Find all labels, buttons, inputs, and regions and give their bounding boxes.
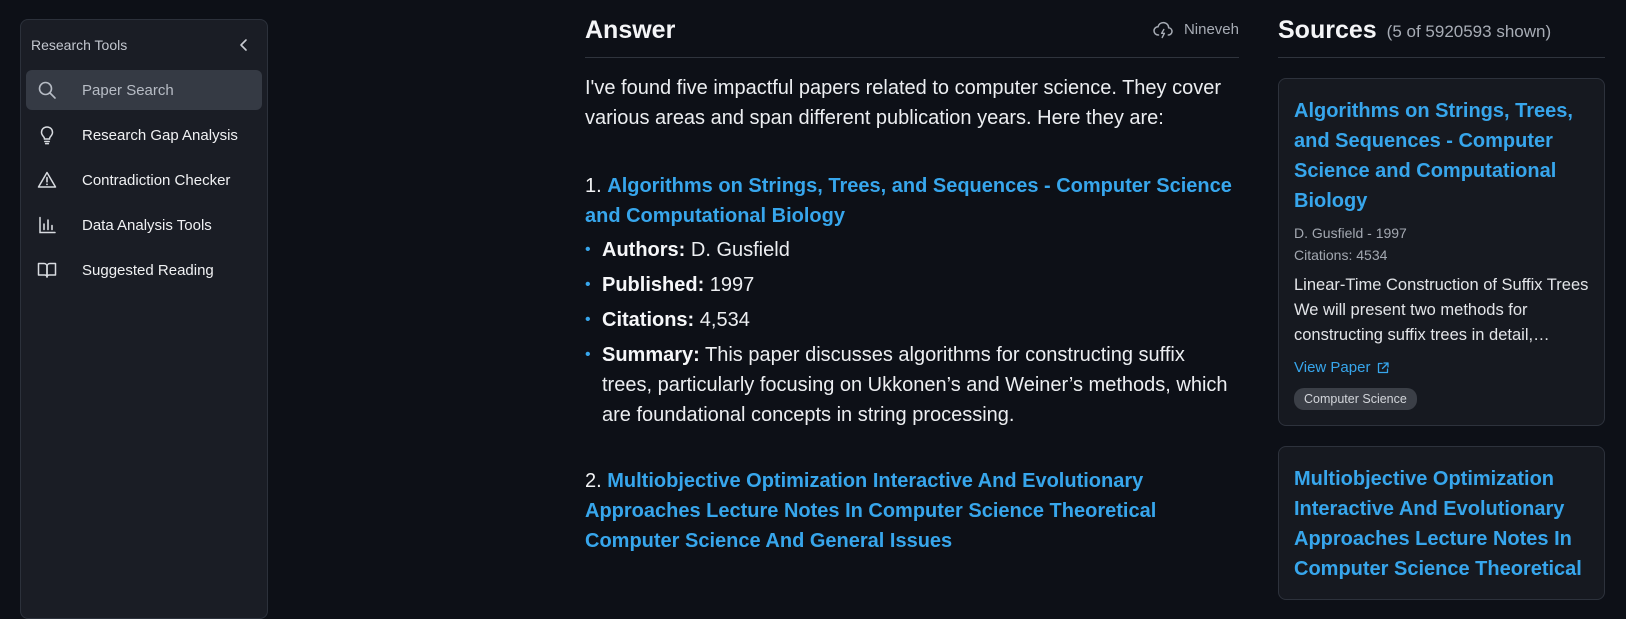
sidebar-item-label: Data Analysis Tools (82, 216, 212, 234)
published-value: 1997 (709, 274, 755, 296)
sources-header: Sources (5 of 5920593 shown) (1278, 0, 1605, 58)
paper-published: Published: 1997 (585, 270, 1239, 300)
sidebar-item-label: Suggested Reading (82, 261, 214, 279)
authors-value: D. Gusfield (690, 239, 790, 261)
answer-intro: I've found five impactful papers related… (585, 77, 1221, 129)
paper-details: Authors: D. Gusfield Published: 1997 Cit… (585, 235, 1239, 430)
paper-summary: Summary: This paper discusses algorithms… (585, 340, 1239, 430)
sidebar-header: Research Tools (21, 20, 267, 70)
collapse-sidebar-button[interactable] (233, 34, 255, 56)
chevron-left-icon (240, 39, 247, 51)
source-byline: D. Gusfield - 1997 (1294, 225, 1407, 241)
published-label: Published: (602, 274, 705, 296)
citations-label: Citations: (602, 309, 695, 331)
lightbulb-icon (36, 124, 58, 146)
sidebar-title: Research Tools (31, 37, 128, 53)
paper-title-line: 2. Multiobjective Optimization Interacti… (585, 466, 1239, 556)
paper-title-line: 1. Algorithms on Strings, Trees, and Seq… (585, 171, 1239, 231)
warning-triangle-icon (36, 169, 58, 191)
summary-label: Summary: (602, 344, 700, 366)
paper-item: 2. Multiobjective Optimization Interacti… (585, 466, 1239, 556)
cloud-lightning-icon (1153, 21, 1173, 38)
sidebar-item-contradiction-checker[interactable]: Contradiction Checker (26, 160, 262, 200)
paper-number: 2. (585, 470, 602, 492)
sidebar-item-label: Research Gap Analysis (82, 126, 238, 144)
model-name: Nineveh (1183, 21, 1239, 38)
paper-title-link[interactable]: Multiobjective Optimization Interactive … (585, 470, 1156, 552)
paper-item: 1. Algorithms on Strings, Trees, and Seq… (585, 171, 1239, 430)
sidebar-item-suggested-reading[interactable]: Suggested Reading (26, 250, 262, 290)
view-paper-label: View Paper (1294, 359, 1371, 376)
model-indicator[interactable]: Nineveh (1152, 20, 1239, 40)
open-book-icon (36, 259, 58, 281)
external-link-icon (1378, 361, 1390, 373)
source-card: Multiobjective Optimization Interactive … (1278, 446, 1605, 600)
paper-number: 1. (585, 175, 602, 197)
authors-label: Authors: (602, 239, 686, 261)
sidebar-item-data-analysis-tools[interactable]: Data Analysis Tools (26, 205, 262, 245)
source-citations: Citations: 4534 (1294, 247, 1388, 263)
source-card: Algorithms on Strings, Trees, and Sequen… (1278, 78, 1605, 426)
bar-chart-icon (36, 214, 58, 236)
sources-title: Sources (1278, 15, 1377, 44)
view-paper-link[interactable]: View Paper (1294, 359, 1589, 376)
research-tools-sidebar: Research Tools Paper Search Research Gap… (20, 19, 268, 619)
sidebar-item-label: Contradiction Checker (82, 171, 231, 189)
paper-citations: Citations: 4,534 (585, 305, 1239, 335)
source-title-link[interactable]: Multiobjective Optimization Interactive … (1294, 464, 1589, 584)
answer-panel: Answer Nineveh I've found five impactful… (585, 0, 1239, 556)
sources-panel: Sources (5 of 5920593 shown) Algorithms … (1278, 0, 1605, 600)
answer-title: Answer (585, 15, 676, 44)
source-summary: Linear-Time Construction of Suffix Trees… (1294, 276, 1589, 344)
paper-authors: Authors: D. Gusfield (585, 235, 1239, 265)
citations-value: 4,534 (699, 309, 750, 331)
sidebar-item-paper-search[interactable]: Paper Search (26, 70, 262, 110)
search-icon (36, 79, 58, 101)
source-title-link[interactable]: Algorithms on Strings, Trees, and Sequen… (1294, 96, 1589, 216)
sidebar-item-research-gap-analysis[interactable]: Research Gap Analysis (26, 115, 262, 155)
category-tag: Computer Science (1294, 388, 1417, 410)
sidebar-item-label: Paper Search (82, 81, 174, 99)
paper-title-link[interactable]: Algorithms on Strings, Trees, and Sequen… (585, 175, 1232, 227)
answer-header: Answer Nineveh (585, 0, 1239, 58)
sources-count: (5 of 5920593 shown) (1386, 22, 1552, 41)
